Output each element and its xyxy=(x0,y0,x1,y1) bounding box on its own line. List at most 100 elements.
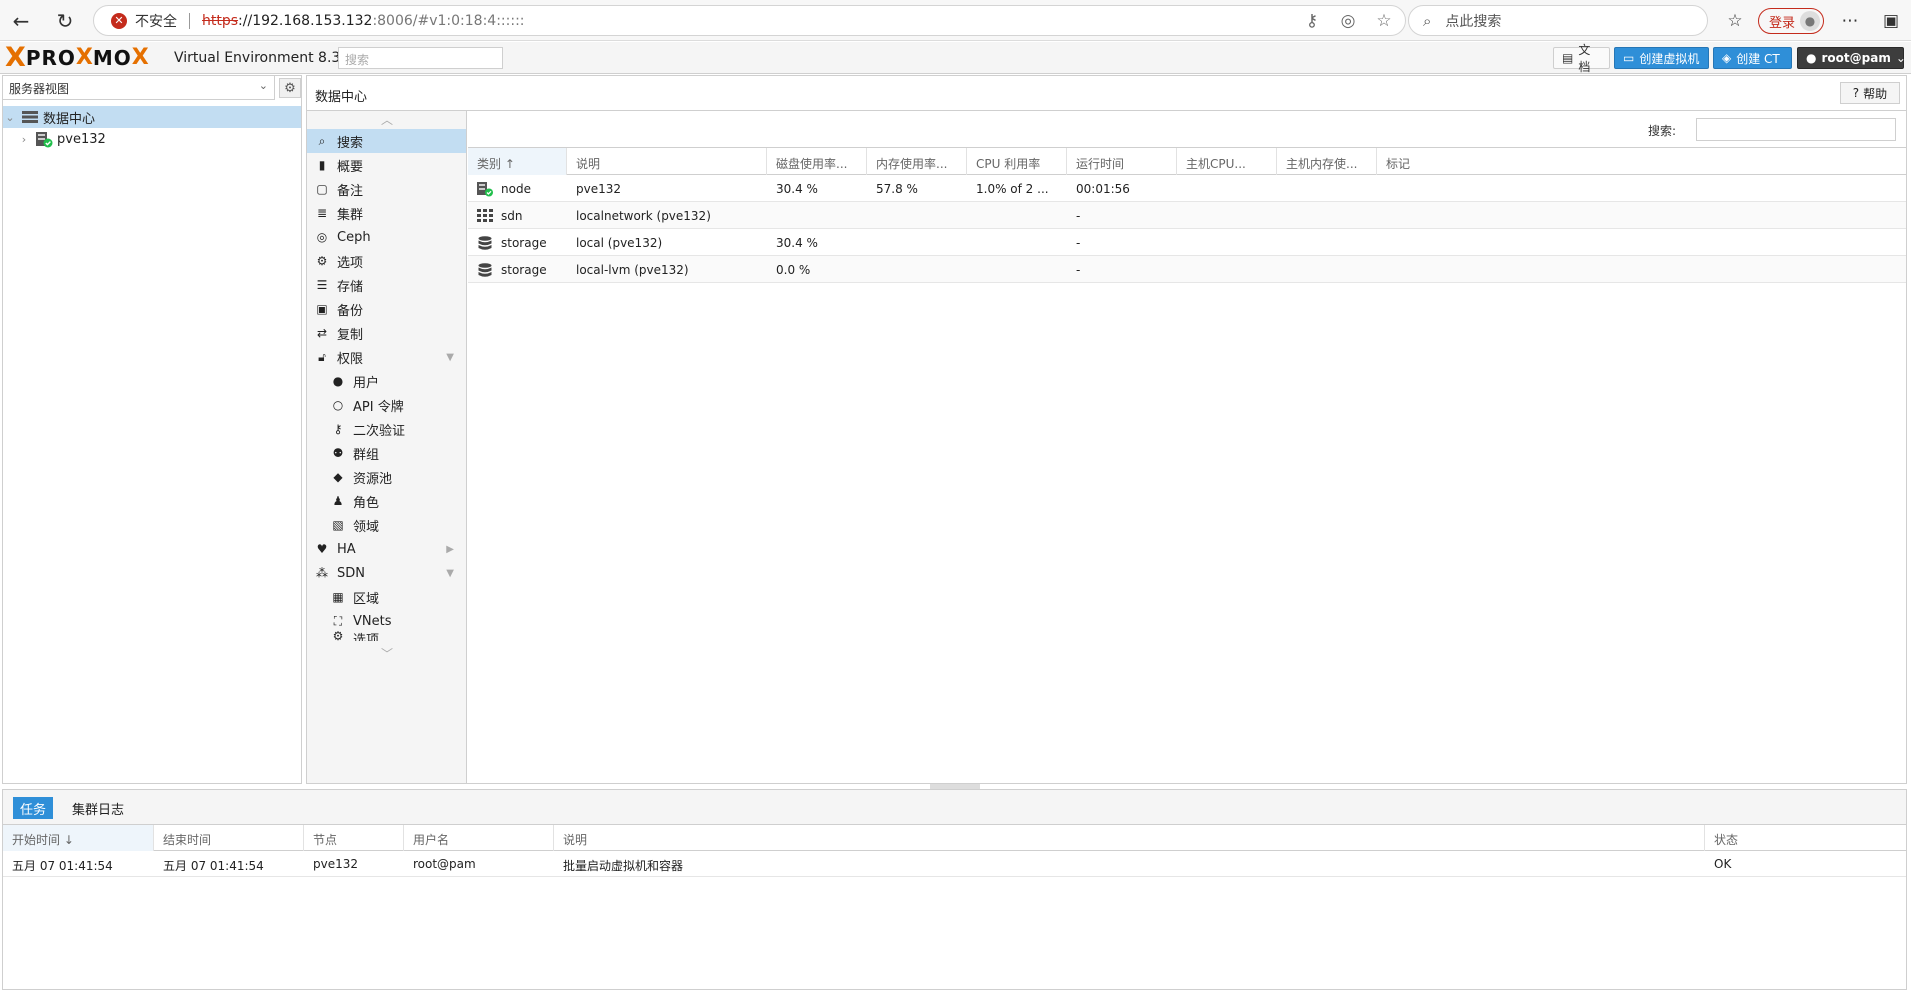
menu-item-ceph[interactable]: ◎ Ceph xyxy=(307,225,466,249)
resource-tree-panel: 服务器视图 ⌄ ⚙ ⌄ 数据中心 › pve132 xyxy=(2,75,302,784)
tree-item-pve132[interactable]: › pve132 xyxy=(3,128,301,150)
column-header-tags[interactable]: 标记 xyxy=(1377,148,1906,175)
menu-item-storage[interactable]: ☰ 存储 xyxy=(307,273,466,297)
scroll-down-icon[interactable]: ﹀ xyxy=(307,645,467,663)
column-header-description[interactable]: 说明 xyxy=(554,825,1705,851)
unlock-icon: 🔓︎ xyxy=(318,349,326,364)
tags-icon: ◆ xyxy=(333,470,343,484)
table-row[interactable]: storage local-lvm (pve132) 0.0 % - xyxy=(468,256,1906,283)
grid-toolbar: 搜索: xyxy=(468,111,1906,148)
address-bar[interactable]: ✕ 不安全 https ://192.168.153.132 :8006/#v1… xyxy=(93,5,1406,36)
star-icon[interactable]: ☆ xyxy=(1373,10,1395,32)
database-icon xyxy=(477,235,493,250)
menu-item-options[interactable]: ⚙ 选项 xyxy=(307,249,466,273)
menu-item-cluster[interactable]: ≣ 集群 xyxy=(307,201,466,225)
insecure-label: 不安全 xyxy=(135,13,177,30)
sidebar-toggle-icon[interactable]: ▣ xyxy=(1878,8,1904,34)
docs-button[interactable]: ▤ 文档 xyxy=(1553,43,1610,74)
table-row[interactable]: node pve132 30.4 % 57.8 % 1.0% of 2 ... … xyxy=(468,175,1906,202)
menu-item-sdn-options[interactable]: ⚙ 选项 xyxy=(307,629,466,641)
create-vm-button[interactable]: ▭ 创建虚拟机 xyxy=(1614,47,1709,69)
refresh-icon[interactable]: ↻ xyxy=(52,8,78,34)
cube-icon: ◈ xyxy=(1722,51,1732,65)
login-button[interactable]: 登录 ● xyxy=(1758,8,1824,34)
column-header-description[interactable]: 说明 xyxy=(567,148,767,175)
user-menu-button[interactable]: ● root@pam ⌄ xyxy=(1797,47,1906,69)
url-scheme: https xyxy=(202,12,239,29)
column-header-node[interactable]: 节点 xyxy=(304,825,404,851)
menu-item-permissions[interactable]: 🔓︎ 权限 ▼ xyxy=(307,345,466,369)
chevron-right-icon[interactable]: › xyxy=(17,133,31,146)
menu-item-realms[interactable]: ▧ 领域 xyxy=(307,513,466,537)
menu-item-groups[interactable]: ⚉ 群组 xyxy=(307,441,466,465)
column-header-memory-usage[interactable]: 内存使用率... xyxy=(867,148,967,175)
table-row[interactable]: 五月 07 01:41:54 五月 07 01:41:54 pve132 roo… xyxy=(3,851,1906,877)
scroll-up-icon[interactable]: ︿ xyxy=(307,111,467,129)
menu-item-two-factor[interactable]: ⚷ 二次验证 xyxy=(307,417,466,441)
expand-toggle-icon[interactable]: ⌄ xyxy=(3,111,17,124)
more-icon[interactable]: ⋯ xyxy=(1837,8,1863,34)
proxmox-logo: X PRO X MO X xyxy=(5,42,149,73)
floppy-icon: ▣ xyxy=(316,302,328,316)
column-header-disk-usage[interactable]: 磁盘使用率... xyxy=(767,148,867,175)
grid-search-input[interactable] xyxy=(1696,118,1896,141)
address-book-icon: ▧ xyxy=(332,518,344,532)
translate-icon[interactable]: ◎ xyxy=(1337,10,1359,32)
column-header-type[interactable]: 类别 ↑ xyxy=(468,148,567,175)
menu-item-summary[interactable]: ▮ 概要 xyxy=(307,153,466,177)
favorites-icon[interactable]: ☆ xyxy=(1722,8,1748,34)
menu-item-replication[interactable]: ⇄ 复制 xyxy=(307,321,466,345)
menu-item-ha[interactable]: ♥ HA ▶ xyxy=(307,537,466,561)
help-button[interactable]: ? 帮助 xyxy=(1840,82,1900,104)
column-header-start-time[interactable]: 开始时间 ↓ xyxy=(3,825,154,851)
menu-item-sdn[interactable]: ⁂ SDN ▼ xyxy=(307,561,466,585)
key-icon[interactable]: ⚷ xyxy=(1301,10,1323,32)
task-tab-bar: 任务 集群日志 xyxy=(3,790,1906,825)
tree-item-datacenter[interactable]: ⌄ 数据中心 xyxy=(3,106,301,128)
menu-item-search[interactable]: ⌕ 搜索 xyxy=(307,129,466,153)
users-icon: ⚉ xyxy=(332,446,344,460)
column-header-host-cpu[interactable]: 主机CPU... xyxy=(1177,148,1277,175)
menu-item-zones[interactable]: ▦ 区域 xyxy=(307,585,466,609)
header-search-input[interactable]: 搜索 xyxy=(338,47,503,69)
table-row[interactable]: sdn localnetwork (pve132) - xyxy=(468,202,1906,229)
search-icon: ⌕ xyxy=(318,133,326,148)
chevron-down-icon: ⌄ xyxy=(1895,51,1906,65)
view-selector[interactable]: 服务器视图 ⌄ xyxy=(3,76,275,100)
key-icon: ⚷ xyxy=(333,422,343,436)
column-header-uptime[interactable]: 运行时间 xyxy=(1067,148,1177,175)
user-icon: ● xyxy=(332,374,344,388)
browser-search-box[interactable]: ⌕ 点此搜索 xyxy=(1408,5,1708,36)
question-circle-icon: ? xyxy=(1852,86,1860,100)
menu-item-api-tokens[interactable]: ○ API 令牌 xyxy=(307,393,466,417)
gear-icon[interactable]: ⚙ xyxy=(279,78,301,98)
datacenter-menu: ︿ ⌕ 搜索 ▮ 概要 ▢ 备注 ≣ 集群 ◎ Ceph ⚙ 选项 ☰ 存储 ▣ 备份 ⇄ 复制 … xyxy=(307,111,467,783)
column-header-status[interactable]: 状态 xyxy=(1705,825,1906,851)
column-header-host-memory[interactable]: 主机内存使... xyxy=(1277,148,1377,175)
retweet-icon: ⇄ xyxy=(316,326,328,340)
table-row[interactable]: storage local (pve132) 30.4 % - xyxy=(468,229,1906,256)
product-version: Virtual Environment 8.3.0 xyxy=(174,50,354,66)
user-icon: ● xyxy=(1806,51,1817,65)
content-panel: 数据中心 ? 帮助 ︿ ⌕ 搜索 ▮ 概要 ▢ 备注 ≣ 集群 ◎ Ceph ⚙ 选项 ☰ 存… xyxy=(306,75,1907,784)
menu-item-users[interactable]: ● 用户 xyxy=(307,369,466,393)
insecure-warning-icon: ✕ xyxy=(111,12,127,29)
column-header-cpu-usage[interactable]: CPU 利用率 xyxy=(967,148,1067,175)
column-header-username[interactable]: 用户名 xyxy=(404,825,554,851)
tab-tasks[interactable]: 任务 xyxy=(13,797,54,819)
create-ct-button[interactable]: ◈ 创建 CT xyxy=(1713,47,1792,69)
page-title: 数据中心 xyxy=(315,90,368,105)
menu-item-roles[interactable]: ♟ 角色 xyxy=(307,489,466,513)
node-online-icon xyxy=(35,132,53,148)
task-log-panel: 任务 集群日志 开始时间 ↓ 结束时间 节点 用户名 说明 状态 五月 07 0… xyxy=(2,789,1907,990)
grid-header: 类别 ↑ 说明 磁盘使用率... 内存使用率... CPU 利用率 运行时间 主… xyxy=(468,148,1906,175)
menu-item-notes[interactable]: ▢ 备注 xyxy=(307,177,466,201)
content-title-bar: 数据中心 ? 帮助 xyxy=(307,76,1906,111)
column-header-end-time[interactable]: 结束时间 xyxy=(154,825,304,851)
back-icon[interactable]: ← xyxy=(8,8,34,34)
search-icon: ⌕ xyxy=(1423,11,1432,30)
menu-item-pools[interactable]: ◆ 资源池 xyxy=(307,465,466,489)
sdn-icon: ⁂ xyxy=(316,566,328,580)
tab-cluster-log[interactable]: 集群日志 xyxy=(65,797,131,819)
menu-item-backup[interactable]: ▣ 备份 xyxy=(307,297,466,321)
